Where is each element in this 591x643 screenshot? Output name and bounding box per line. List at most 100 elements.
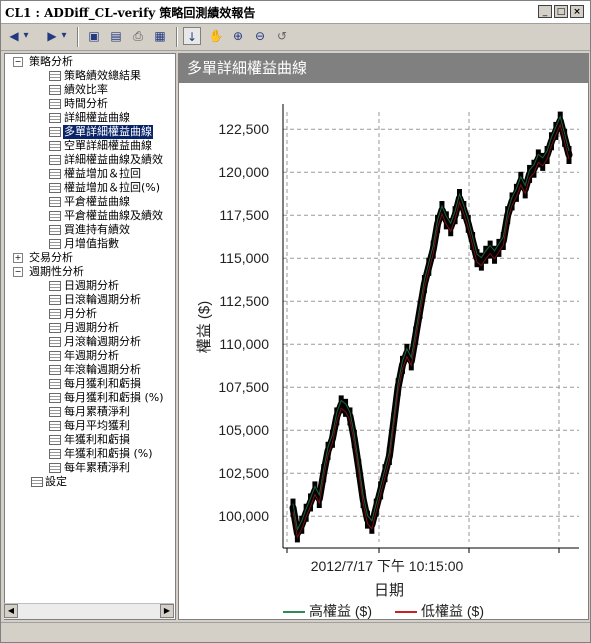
toolbar-separator: [77, 27, 79, 47]
report-page-icon: [49, 407, 61, 417]
tree-group-label: 週期性分析: [29, 265, 84, 278]
y-tick-label: 107,500: [218, 379, 269, 395]
undo-zoom-icon[interactable]: ↺: [273, 27, 291, 45]
tree-item-label: 詳細權益曲線及績效: [64, 153, 163, 166]
report-page-icon: [49, 127, 61, 137]
tree-item-label: 權益增加＆拉回(%): [64, 181, 161, 194]
back-dropdown-icon[interactable]: ▾: [21, 27, 31, 45]
report-page-icon: [49, 113, 61, 123]
report-page-icon: [49, 435, 61, 445]
tree-item-label: 每年累積淨利: [64, 461, 130, 474]
report-page-icon: [49, 239, 61, 249]
collapse-icon[interactable]: −: [13, 267, 23, 277]
scroll-right-icon[interactable]: ▶: [160, 604, 174, 618]
report-page-icon: [49, 169, 61, 179]
tree-group-label: 策略分析: [29, 55, 73, 68]
tree-item-label: 詳細權益曲線: [64, 111, 130, 124]
report-page-icon: [49, 463, 61, 473]
equity-point: [474, 249, 480, 268]
tree-item-label: 平倉權益曲線及績效: [64, 209, 163, 222]
save-icon[interactable]: ▣: [85, 27, 103, 45]
y-tick-label: 117,500: [219, 207, 269, 223]
pointer-tool-icon[interactable]: ↓: [183, 27, 201, 45]
chart-header: 多單詳細權益曲線: [179, 54, 588, 83]
equity-chart[interactable]: 100,000 102,500 105,000 107,500 110,000 112,5…: [179, 84, 588, 619]
y-tick-label: 120,000: [218, 164, 269, 180]
tree-item-label: 每月獲利和虧損 (%): [64, 391, 164, 404]
report-page-icon: [49, 449, 61, 459]
maximize-button[interactable]: □: [554, 5, 568, 18]
chart-panel: 多單詳細權益曲線 100,000 102,500 105,000 107,500 110…: [178, 53, 589, 620]
tree-item-label: 年獲利和虧損: [64, 433, 130, 446]
report-page-icon: [49, 281, 61, 291]
tree-item-label: 月週期分析: [64, 321, 119, 334]
tree-horizontal-scrollbar[interactable]: ◀ ▶: [4, 603, 174, 619]
title-bar: CL1 : ADDiff_CL-verify 策略回測績效報告 _ □ ×: [1, 1, 590, 24]
tree-item-label: 空單詳細權益曲線: [64, 139, 152, 152]
report-page-icon: [49, 337, 61, 347]
print-preview-icon[interactable]: ▤: [107, 27, 125, 45]
scroll-left-icon[interactable]: ◀: [4, 604, 18, 618]
equity-point: [373, 498, 379, 517]
y-tick-label: 115,000: [219, 250, 269, 266]
y-tick-label: 105,000: [218, 422, 269, 438]
equity-point: [562, 128, 568, 147]
report-page-icon: [49, 365, 61, 375]
close-button[interactable]: ×: [570, 5, 584, 18]
hand-tool-icon[interactable]: ✋: [207, 27, 225, 45]
tree-item-label: 多單詳細權益曲線: [63, 125, 153, 139]
report-page-icon: [49, 379, 61, 389]
y-axis-label: 權益 ($): [196, 301, 213, 354]
tree-item-label: 平倉權益曲線: [64, 195, 130, 208]
print-icon[interactable]: ⎙: [129, 27, 147, 45]
report-page-icon: [49, 351, 61, 361]
forward-dropdown-icon[interactable]: ▾: [59, 27, 69, 45]
legend-label-low: 低權益 ($): [421, 603, 484, 619]
status-bar: [1, 622, 590, 643]
report-page-icon: [49, 155, 61, 165]
tree-item-label: 日滾輪週期分析: [64, 293, 141, 306]
series-low-equity-line: [292, 123, 570, 539]
report-page-icon: [31, 477, 43, 487]
tree-item-label: 月增值指數: [64, 237, 119, 250]
report-page-icon: [49, 421, 61, 431]
zoom-in-icon[interactable]: ⊕: [229, 27, 247, 45]
tree-item-label: 日週期分析: [64, 279, 119, 292]
legend-label-high: 高權益 ($): [309, 603, 372, 619]
tree-item-label: 每月累積淨利: [64, 405, 130, 418]
report-page-icon: [49, 141, 61, 151]
tree-item-label: 權益增加＆拉回: [64, 167, 141, 180]
x-axis-label: 日期: [374, 582, 404, 599]
tree-group-label: 設定: [45, 475, 67, 488]
minimize-button[interactable]: _: [538, 5, 552, 18]
expand-icon[interactable]: +: [13, 253, 23, 263]
window-title: CL1 : ADDiff_CL-verify 策略回測績效報告: [5, 6, 256, 20]
tree-item-label: 時間分析: [64, 97, 108, 110]
grid-view-icon[interactable]: ▦: [151, 27, 169, 45]
report-page-icon: [49, 99, 61, 109]
report-page-icon: [49, 211, 61, 221]
report-page-icon: [49, 323, 61, 333]
toolbar: ◀ ▾ ▶ ▾ ▣ ▤ ⎙ ▦ ↓ ✋ ⊕ ⊖ ↺: [1, 24, 590, 51]
y-tick-label: 112,500: [219, 293, 269, 309]
x-tick-label: 2012/7/17 下午 10:15:00: [311, 558, 464, 574]
report-tree: − 策略分析 策略績效總結果 績效比率 時間分析 詳細權益曲線 多單詳細權益曲線 空單詳細權益…: [4, 53, 176, 620]
report-window: CL1 : ADDiff_CL-verify 策略回測績效報告 _ □ × ◀ …: [0, 0, 591, 643]
y-tick-label: 122,500: [218, 121, 269, 137]
series-high-equity-line: [292, 115, 570, 531]
report-page-icon: [49, 309, 61, 319]
tree-item-label: 月分析: [64, 307, 97, 320]
toolbar-separator: [176, 27, 178, 47]
tree-item-label: 月滾輪週期分析: [64, 335, 141, 348]
y-tick-label: 102,500: [218, 465, 269, 481]
tree-item-label: 年獲利和虧損 (%): [64, 447, 153, 460]
tree-item-label: 績效比率: [64, 83, 108, 96]
y-tick-label: 100,000: [218, 508, 269, 524]
collapse-icon[interactable]: −: [13, 57, 23, 67]
report-page-icon: [49, 295, 61, 305]
equity-point: [426, 257, 432, 276]
tree-group-label: 交易分析: [29, 251, 73, 264]
report-page-icon: [49, 183, 61, 193]
tree-item-label: 策略績效總結果: [64, 69, 141, 82]
zoom-out-icon[interactable]: ⊖: [251, 27, 269, 45]
